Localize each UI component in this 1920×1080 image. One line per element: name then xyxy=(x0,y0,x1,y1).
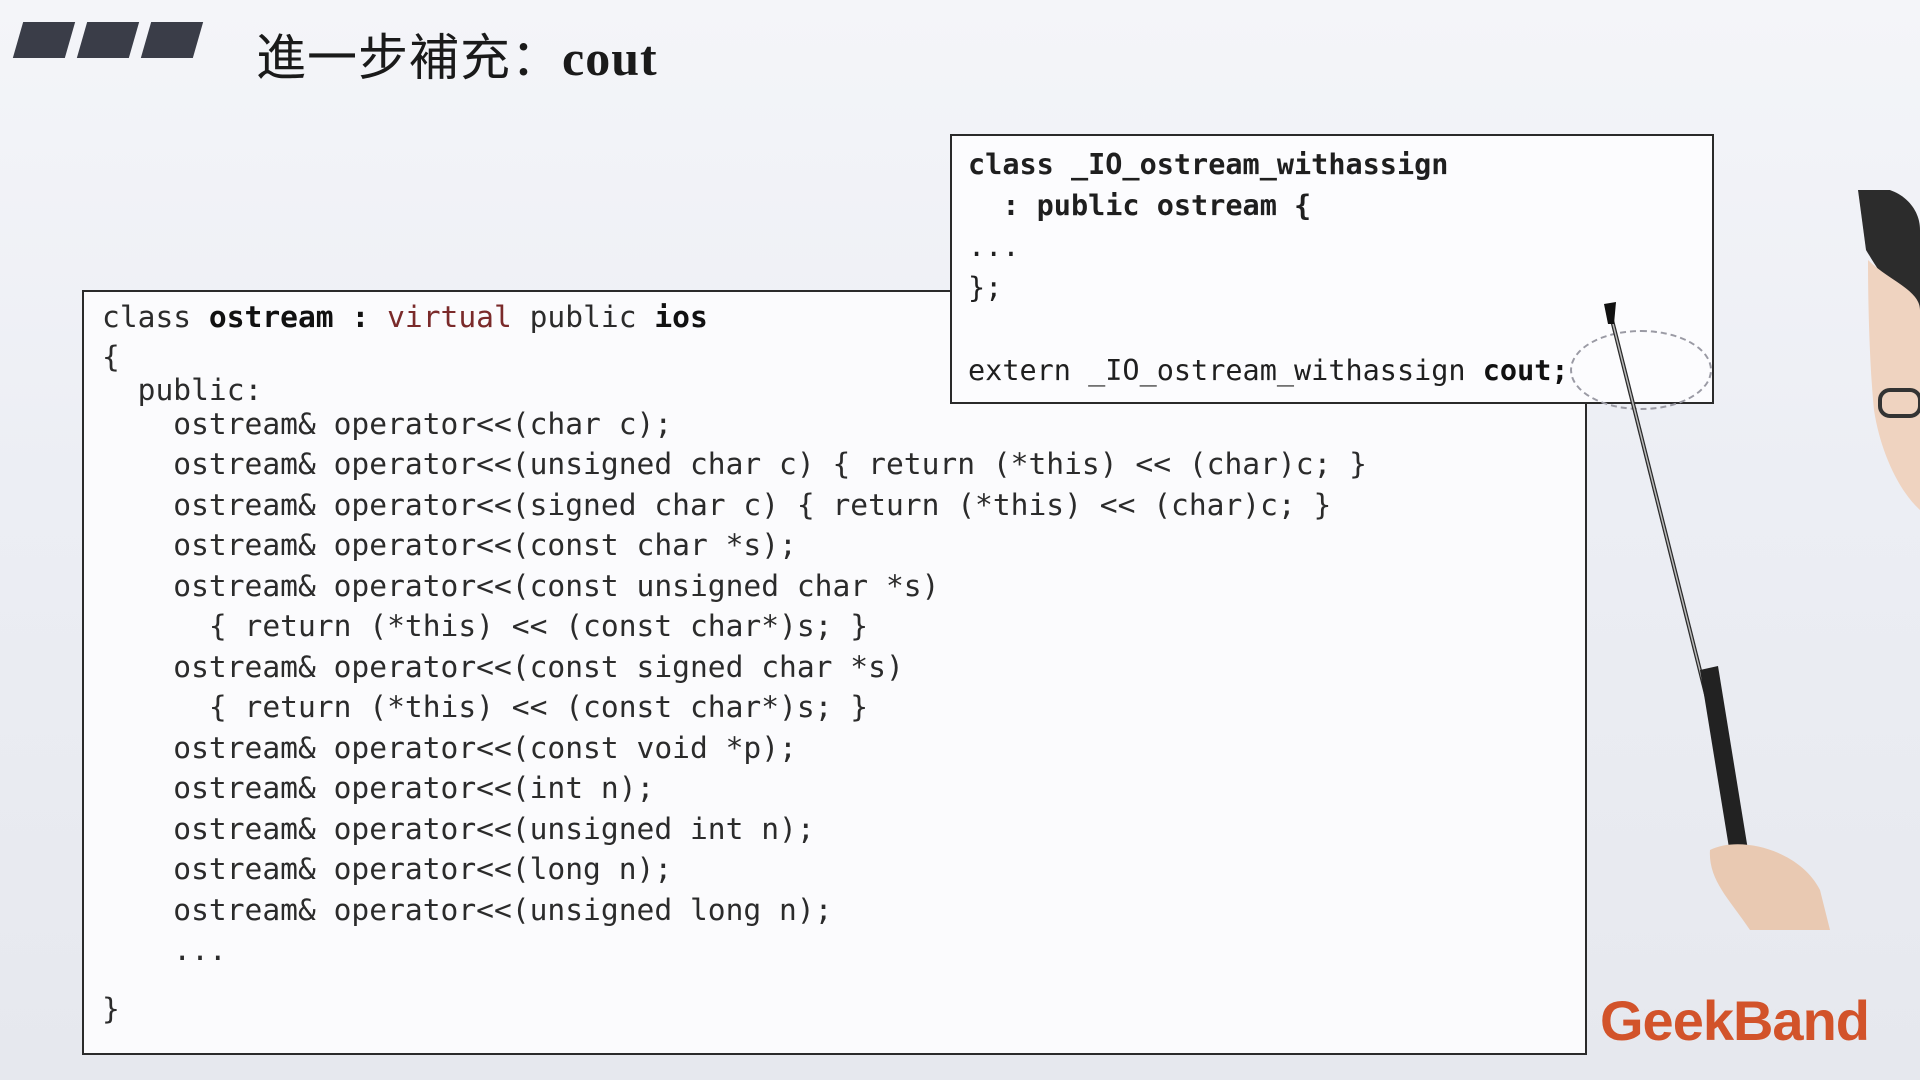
geekband-logo: GeekBand xyxy=(1600,989,1870,1052)
code-line: ostream& operator<<(const char *s); xyxy=(102,528,797,562)
keyword-class: class xyxy=(102,300,209,334)
title-decoration xyxy=(12,22,214,62)
base-class-name: ios xyxy=(654,300,708,334)
slide-title-text: 進一步補充： xyxy=(256,29,562,87)
code-line: ostream& operator<<(const unsigned char … xyxy=(102,569,940,603)
title-deco-bar xyxy=(12,22,76,58)
code-line: ostream& operator<<(char c); xyxy=(102,407,673,441)
presenter-figure xyxy=(1858,190,1920,510)
class-name: ostream xyxy=(208,300,334,334)
code-line: ostream& operator<<(const signed char *s… xyxy=(102,650,904,684)
code-line-ellipsis: ... xyxy=(102,933,227,967)
side-code-extern-declaration: extern _IO_ostream_withassign cout; xyxy=(968,354,1569,388)
code-line: ostream& operator<<(const void *p); xyxy=(102,731,797,765)
side-code-ellipsis: ... xyxy=(968,230,1020,263)
side-code-class-declaration: class _IO_ostream_withassign xyxy=(968,148,1449,181)
ostream-code-box: class ostream : virtual public ios { pub… xyxy=(82,290,1587,1055)
code-line: ostream& operator<<(long n); xyxy=(102,852,673,886)
title-deco-bar xyxy=(140,22,204,58)
keyword-public: public xyxy=(511,300,655,334)
title-deco-bar xyxy=(76,22,140,58)
inheritance-colon: : xyxy=(333,300,388,334)
code-line: ostream& operator<<(int n); xyxy=(102,771,655,805)
code-line: ostream& operator<<(unsigned int n); xyxy=(102,812,815,846)
code-line: { return (*this) << (const char*)s; } xyxy=(102,609,869,643)
code-line: public: xyxy=(102,373,263,407)
code-line: { xyxy=(102,340,120,374)
keyword-virtual: virtual xyxy=(387,300,512,334)
code-line: ostream& operator<<(signed char c) { ret… xyxy=(102,488,1332,522)
cout-highlighted: cout; xyxy=(1482,354,1569,387)
code-line: ostream& operator<<(unsigned long n); xyxy=(102,893,833,927)
slide-title-keyword: cout xyxy=(562,30,658,86)
code-line: { return (*this) << (const char*)s; } xyxy=(102,690,869,724)
code-line-class-declaration: class ostream : virtual public ios xyxy=(102,300,708,334)
slide-title: 進一步補充：cout xyxy=(256,18,658,90)
side-code-inheritance: : public ostream { xyxy=(968,189,1312,222)
side-code-closing: }; xyxy=(968,271,1003,304)
extern-declaration-text: extern _IO_ostream_withassign xyxy=(968,354,1483,387)
code-line: ostream& operator<<(unsigned char c) { r… xyxy=(102,447,1368,481)
code-line-closing-brace: } xyxy=(102,992,120,1026)
